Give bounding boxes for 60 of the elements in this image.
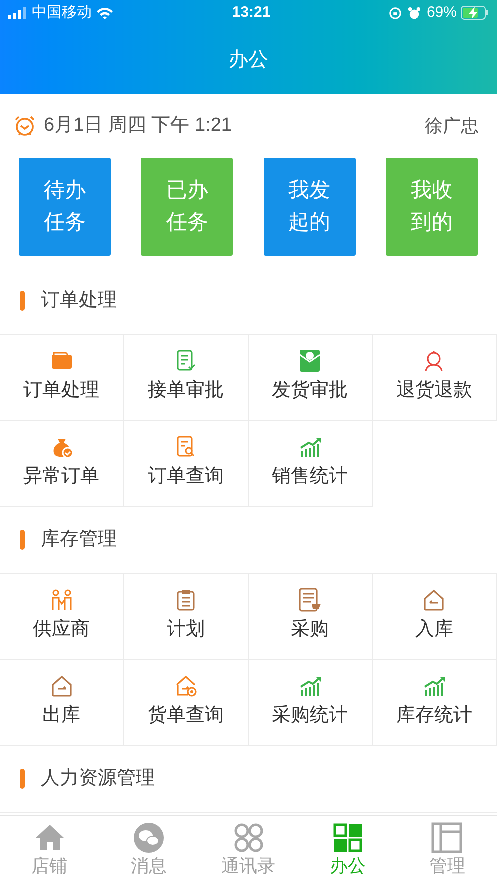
- carrier-name: 中国移动: [32, 2, 92, 23]
- tile-label: 订单处理: [24, 379, 100, 404]
- money-envelope-icon: [298, 349, 322, 374]
- user-name: 徐广忠: [425, 114, 479, 138]
- tile-label: 发货审批: [272, 379, 348, 404]
- menu-tile[interactable]: 退货退款: [372, 335, 497, 421]
- tile-label: 供应商: [33, 618, 90, 642]
- tile-label: 计划: [166, 618, 205, 642]
- tile-label: 销售统计: [272, 465, 348, 490]
- house-arrow-icon: [50, 674, 74, 698]
- tile-label: 出库: [42, 704, 81, 728]
- menu-tile[interactable]: 订单查询: [124, 421, 248, 507]
- wifi-icon: [96, 6, 114, 20]
- section-marker: [20, 291, 25, 311]
- menu-tile[interactable]: 异常订单: [0, 421, 124, 507]
- signal-icon: [8, 7, 28, 19]
- page-title: 办公: [228, 48, 268, 73]
- tile-label: 异常订单: [24, 465, 100, 490]
- tile-label: 接单审批: [148, 379, 224, 404]
- battery-icon: [461, 6, 489, 20]
- tile-label: 采购: [291, 618, 330, 642]
- bar-chart-icon: [298, 674, 322, 698]
- tile-label: 库存统计: [396, 704, 472, 728]
- chat-icon: [133, 822, 166, 854]
- section-title: 订单处理: [41, 288, 117, 313]
- document-cart-icon: [298, 588, 322, 612]
- house-search-icon: [174, 674, 198, 698]
- tile-label: 入库: [415, 618, 454, 642]
- rotation-lock-icon: [388, 6, 402, 20]
- four-circles-icon: [232, 822, 265, 854]
- menu-tile[interactable]: 供应商: [0, 574, 124, 660]
- tile-label: 订单查询: [148, 465, 224, 490]
- menu-tile[interactable]: 入库: [372, 574, 497, 660]
- section-marker: [20, 530, 25, 550]
- grid-icon: [332, 822, 364, 854]
- tile-label: 采购统计: [272, 704, 348, 728]
- people-icon: [50, 588, 74, 612]
- menu-tile[interactable]: 订单处理: [0, 335, 124, 421]
- tile-label: 货单查询: [148, 704, 224, 728]
- section-title: 库存管理: [41, 528, 117, 552]
- menu-tile[interactable]: 销售统计: [248, 421, 373, 507]
- tile-label: 退货退款: [396, 379, 472, 404]
- layout-icon: [431, 822, 464, 854]
- house-arrow-icon: [422, 588, 446, 612]
- alarm-clock-icon: [14, 115, 36, 137]
- clock-time: 13:21: [231, 2, 272, 23]
- bar-chart-icon: [422, 674, 446, 698]
- menu-tile[interactable]: 接单审批: [124, 335, 248, 421]
- menu-tile[interactable]: 发货审批: [248, 335, 373, 421]
- menu-tile[interactable]: 计划: [124, 574, 248, 660]
- section-marker: [20, 769, 25, 789]
- bar-chart-icon: [298, 435, 322, 460]
- date-time: 6月1日 周四 下午 1:21: [44, 114, 233, 138]
- section-title: 人力资源管理: [41, 766, 155, 791]
- menu-tile[interactable]: 采购统计: [248, 660, 373, 746]
- menu-tile[interactable]: 货单查询: [124, 660, 248, 746]
- battery-percent: 69%: [426, 2, 457, 23]
- menu-tile[interactable]: 库存统计: [372, 660, 497, 746]
- menu-tile[interactable]: 采购: [248, 574, 373, 660]
- menu-tile[interactable]: 出库: [0, 660, 124, 746]
